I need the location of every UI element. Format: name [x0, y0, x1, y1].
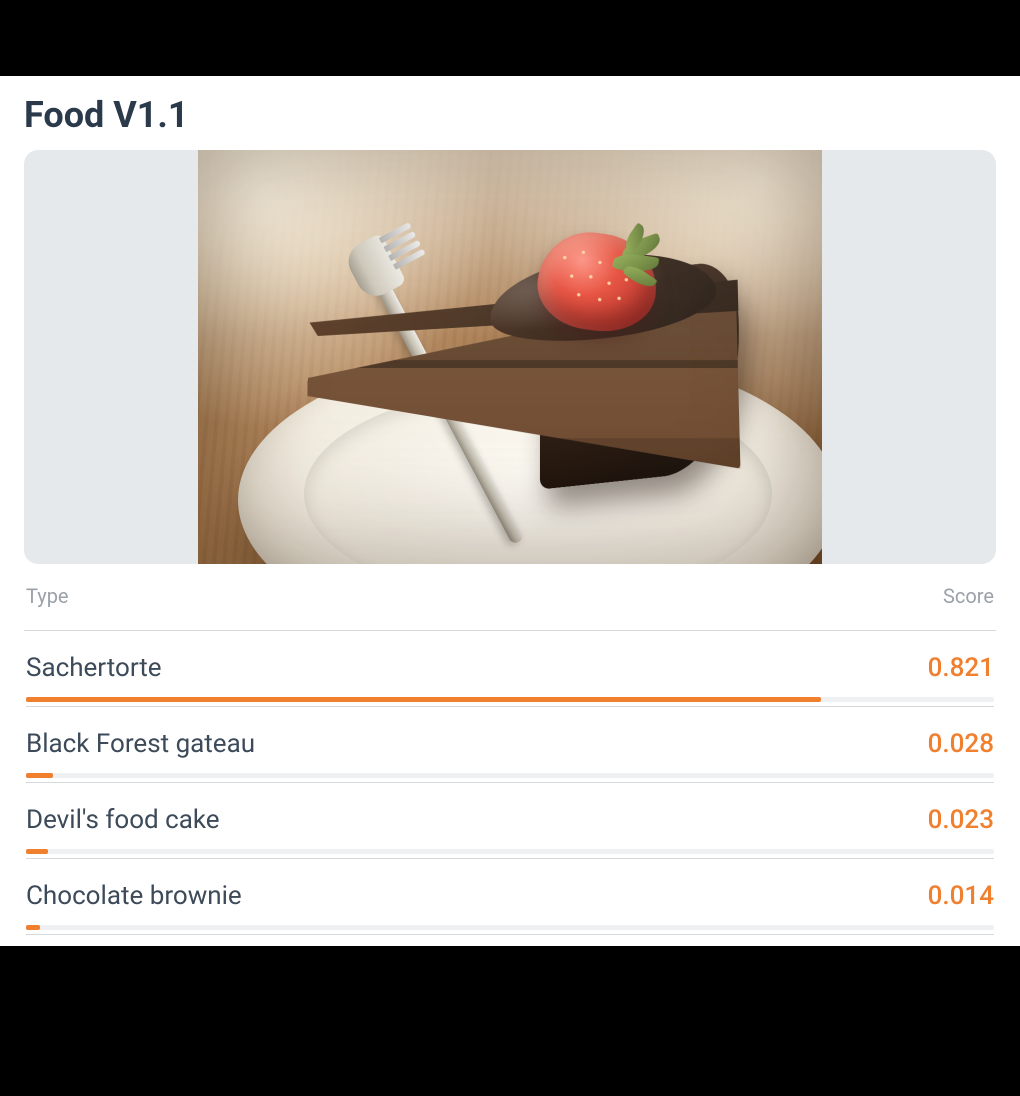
result-row: Sachertorte 0.821 [24, 631, 996, 707]
score-bar-fill [26, 697, 821, 702]
column-header-type: Type [26, 584, 69, 608]
result-score: 0.014 [928, 881, 994, 911]
input-image [198, 150, 822, 564]
result-type: Devil's food cake [26, 805, 220, 835]
result-type: Sachertorte [26, 653, 162, 683]
score-bar [26, 925, 994, 930]
results-list: Sachertorte 0.821 Black Forest gateau 0.028… [24, 631, 996, 935]
result-row: Chocolate brownie 0.014 [24, 859, 996, 935]
score-bar-fill [26, 849, 48, 854]
score-bar [26, 849, 994, 854]
score-bar-fill [26, 925, 40, 930]
score-bar [26, 697, 994, 702]
row-divider [26, 934, 994, 935]
column-header-score: Score [943, 584, 994, 608]
result-score: 0.023 [928, 805, 994, 835]
results-panel: Food V1.1 Type [0, 76, 1020, 946]
result-type: Chocolate brownie [26, 881, 242, 911]
score-bar [26, 773, 994, 778]
page-title: Food V1.1 [24, 94, 996, 136]
result-row: Black Forest gateau 0.028 [24, 707, 996, 783]
result-row: Devil's food cake 0.023 [24, 783, 996, 859]
result-score: 0.028 [928, 729, 994, 759]
input-image-card [24, 150, 996, 564]
result-score: 0.821 [928, 653, 994, 683]
score-bar-fill [26, 773, 53, 778]
result-type: Black Forest gateau [26, 729, 255, 759]
results-header-row: Type Score [24, 582, 996, 631]
